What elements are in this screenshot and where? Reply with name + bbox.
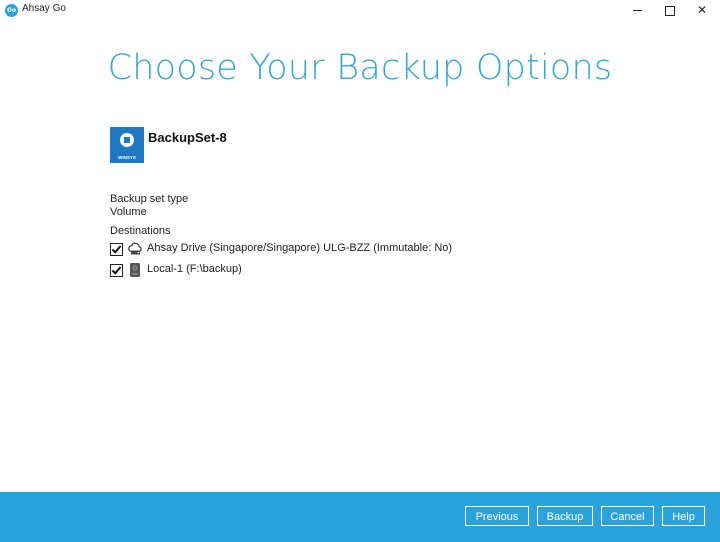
destination-label: Ahsay Drive (Singapore/Singapore) ULG-BZ… — [147, 242, 453, 254]
backup-set-type-label: Backup set type — [110, 193, 189, 205]
close-icon: ✕ — [696, 3, 708, 17]
backup-set-name: BackupSet-8 — [148, 130, 227, 145]
window-title: Ahsay Go — [22, 3, 66, 14]
help-button[interactable]: Help — [662, 506, 705, 526]
cloud-drive-icon — [128, 242, 142, 255]
destination-label: Local-1 (F:\backup) — [147, 263, 242, 275]
page-title: Choose Your Backup Options — [107, 48, 613, 88]
title-bar: Go Ahsay Go ✕ — [0, 0, 720, 22]
close-button[interactable]: ✕ — [684, 0, 720, 22]
set-icon-label: WINSYS — [118, 155, 136, 160]
windows-system-icon: WINSYS — [110, 127, 144, 163]
windows-logo-icon — [120, 133, 134, 147]
app-logo-icon: Go — [5, 4, 18, 17]
destination-checkbox[interactable] — [110, 264, 123, 277]
maximize-icon — [665, 5, 675, 16]
destination-checkbox[interactable] — [110, 243, 123, 256]
backup-button[interactable]: Backup — [537, 506, 593, 526]
cancel-button[interactable]: Cancel — [601, 506, 654, 526]
minimize-icon — [632, 10, 642, 11]
local-drive-icon — [130, 263, 140, 277]
previous-button[interactable]: Previous — [465, 506, 529, 526]
maximize-button[interactable] — [652, 0, 688, 22]
minimize-button[interactable] — [619, 0, 655, 22]
destinations-label: Destinations — [110, 225, 171, 237]
backup-set-type-value: Volume — [110, 206, 147, 218]
